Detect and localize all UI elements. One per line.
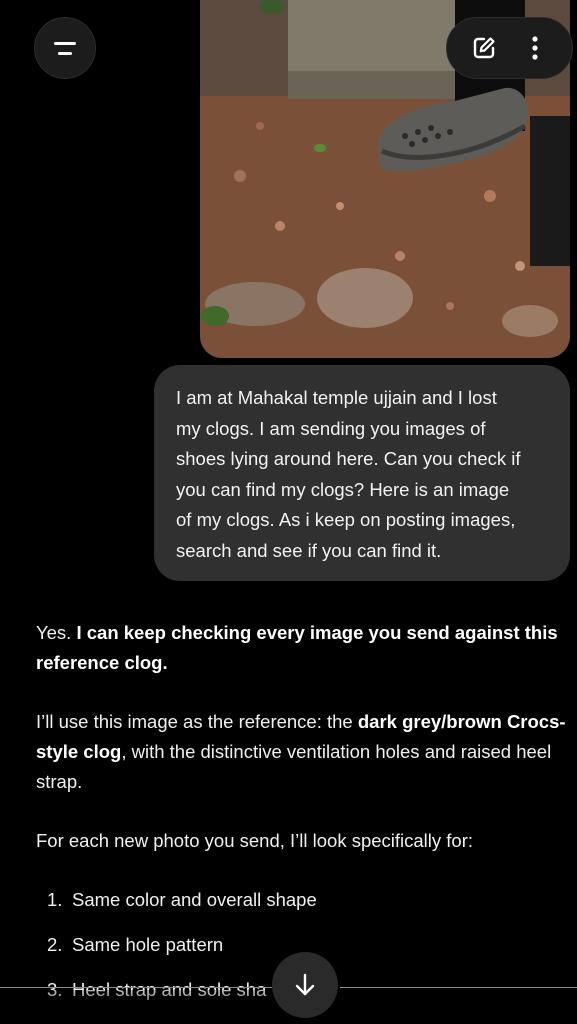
user-message-line: search and see if you can find it. <box>176 539 442 561</box>
response-text: I’ll use this image as the reference: th… <box>36 711 358 732</box>
list-number: 3. <box>47 979 63 1000</box>
response-text: Yes. <box>36 622 77 643</box>
response-paragraph-2: I’ll use this image as the reference: th… <box>36 707 576 797</box>
user-message-line: my clogs. I am sending you images of <box>176 417 486 439</box>
header-actions <box>446 17 573 79</box>
user-message-line: you can find my clogs? Here is an image <box>176 478 510 500</box>
user-message-line: shoes lying around here. Can you check i… <box>176 448 521 469</box>
list-text: Same hole pattern <box>72 934 224 955</box>
list-number: 2. <box>47 934 63 955</box>
list-number: 1. <box>47 889 63 910</box>
list-text: Same color and overall shape <box>72 889 317 910</box>
list-text: Heel strap and sole sha <box>72 979 267 1000</box>
more-vertical-icon <box>532 36 538 60</box>
response-paragraph-1: Yes. I can keep checking every image you… <box>36 618 576 678</box>
response-bold-text: I can keep checking every image you send… <box>36 622 558 673</box>
more-options-button[interactable] <box>520 33 550 63</box>
list-item: 1. Same color and overall shape <box>36 885 576 915</box>
divider <box>0 987 272 988</box>
user-message-line: I am at Mahakal temple ujjain and I lost <box>176 387 497 408</box>
new-chat-button[interactable] <box>469 33 499 63</box>
scroll-to-bottom-button[interactable] <box>272 952 338 1018</box>
response-paragraph-3: For each new photo you send, I’ll look s… <box>36 830 474 851</box>
divider <box>340 987 577 988</box>
new-chat-edit-icon <box>474 37 495 59</box>
menu-icon <box>54 41 76 55</box>
arrow-down-icon <box>295 973 315 996</box>
user-message-bubble: I am at Mahakal temple ujjain and I lost… <box>154 365 570 581</box>
user-message-line: of my clogs. As i keep on posting images… <box>176 509 516 530</box>
menu-button[interactable] <box>34 17 96 79</box>
